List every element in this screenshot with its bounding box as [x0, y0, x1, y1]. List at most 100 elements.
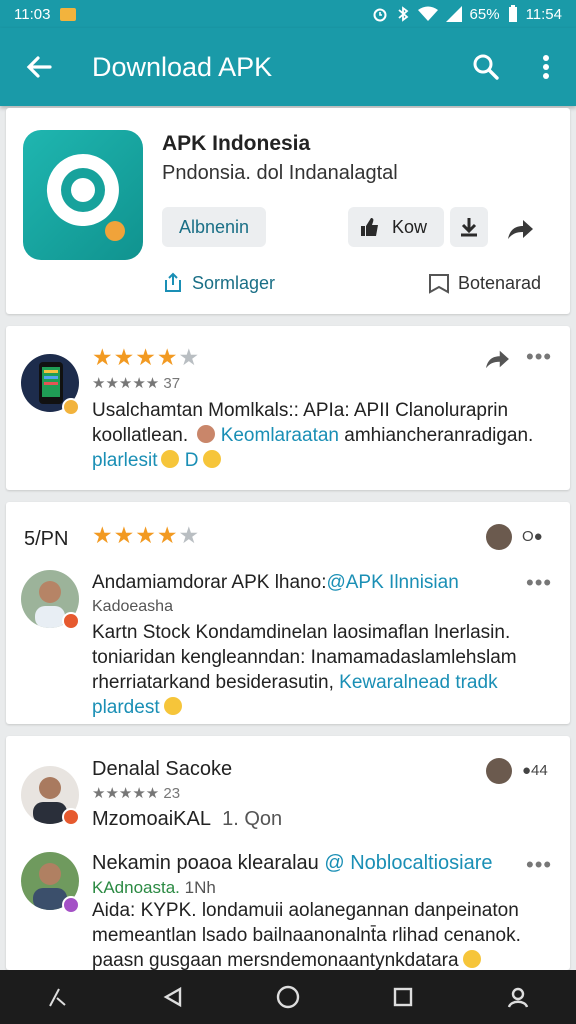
install-button-label: Albnenin [178, 216, 250, 237]
battery-percent: 65% [469, 5, 500, 23]
share-review-button[interactable] [484, 348, 510, 375]
app-icon [23, 130, 143, 260]
author-name: Nekamin poaoa klearalau [92, 852, 319, 874]
review-line-2: toniaridan kengleanndan: Inamamadaslamle… [92, 647, 517, 668]
smile-emoji-icon [202, 450, 221, 468]
more-options-icon[interactable]: ••• [526, 570, 552, 596]
mini-avatar [486, 758, 512, 784]
review-subtitle: Kadoeasha [92, 598, 173, 615]
review-line-2: memeantlan lsado bailnaanonalnt̄a rlihad… [92, 925, 521, 946]
review-body: Usalchamtan Momlkals:: APIa: APII Clanol… [92, 398, 562, 473]
back-triangle-icon [163, 986, 181, 1008]
review-card-3: Denalal Sacoke ★★★★★ 23 ●44 MzomoaiKAL 1… [6, 736, 570, 973]
review-line-1: Aida: KYPK. londamuii aolanegannan danpe… [92, 900, 519, 921]
reaction-count: O● [522, 528, 543, 545]
review-line-3: plarlesit D [92, 448, 562, 473]
review-line-3-text: paasn gusgaan mersndemonaantynkdatara [92, 950, 459, 971]
rating-label: 5/PN [24, 528, 69, 550]
app-bar: Download APK [0, 28, 576, 106]
profile-button[interactable] [488, 970, 548, 1024]
review-text: MzomoaiKAL 1. Qon [92, 808, 282, 831]
review-link[interactable]: Kewaralnead tradk [339, 672, 497, 693]
review-line-3: rherriatarkand besiderasutin, Kewaralnea… [92, 670, 562, 695]
nav-home-button[interactable] [258, 970, 318, 1024]
like-button[interactable]: Kow [348, 207, 444, 247]
bluetooth-icon [397, 6, 408, 22]
review-tail-link[interactable]: plardest [92, 697, 160, 718]
more-options-icon[interactable]: ••• [526, 344, 552, 370]
back-button[interactable] [0, 28, 78, 106]
share-arrow-icon [486, 350, 509, 369]
status-time: 11:03 [14, 5, 51, 23]
like-label: Kow [392, 216, 428, 237]
verified-badge-icon [62, 612, 80, 630]
review-subtitle: KAdnoasta. 1Nh [92, 878, 216, 898]
more-vertical-icon [543, 55, 549, 79]
home-circle-icon [276, 985, 300, 1009]
smile-emoji-icon [462, 950, 481, 968]
review-body: Aida: KYPK. londamuii aolanegannan danpe… [92, 898, 562, 973]
pen-icon [48, 988, 66, 1007]
review-line-2-text: koollatlean. [92, 425, 189, 446]
review-card-1: ★★★★★ ★★★★★ 37 ••• Usalchamtan Momlkals:… [6, 326, 570, 490]
battery-icon [508, 5, 517, 22]
arrow-left-icon [26, 56, 52, 78]
nav-back-button[interactable] [143, 970, 203, 1024]
author-name: Andamiamdorar APK lhano: [92, 572, 327, 593]
review-author: Andamiamdorar APK lhano:@APK Ilnnisian [92, 572, 459, 594]
wifi-icon [417, 6, 438, 21]
review-text-tail: 1. Qon [222, 808, 283, 830]
review-sub-tail: 1Nh [184, 878, 216, 897]
pen-button[interactable] [28, 970, 88, 1024]
author-mention-link[interactable]: @APK Ilnnisian [326, 572, 458, 593]
review-body: Kartn Stock Kondamdinelan laosimaflan ln… [92, 620, 562, 720]
smile-emoji-icon [161, 450, 180, 468]
review-link[interactable]: plarlesit [92, 450, 157, 471]
smile-emoji-icon [163, 697, 182, 715]
mini-avatar [486, 524, 512, 550]
app-name: APK Indonesia [162, 132, 311, 155]
app-subtitle: Pndonsia. dol Indanalagtal [162, 162, 398, 184]
app-info-card: APK Indonesia Pndonsia. dol Indanalagtal… [6, 108, 570, 314]
star-rating: ★★★★★ [92, 522, 201, 548]
author-mention-link[interactable]: @ Noblocaltiosiare [324, 852, 492, 874]
review-date: ★★★★★ 23 [92, 785, 181, 802]
right-action-link[interactable]: Botenarad [428, 272, 541, 294]
left-link-label: Sormlager [192, 272, 276, 293]
review-line-4: plardest [92, 695, 562, 720]
download-button[interactable] [450, 207, 488, 247]
review-mention-link[interactable]: Keomlaraatan [221, 425, 339, 446]
profile-icon [508, 987, 529, 1008]
verified-badge-icon [62, 896, 80, 914]
notification-icon [60, 7, 77, 21]
app-logo-icon [45, 153, 125, 241]
review-date: ★★★★★ 37 [92, 375, 181, 392]
status-bar: 11:03 65% 11:54 [0, 0, 576, 28]
system-nav-bar [0, 970, 576, 1024]
more-options-icon[interactable]: ••• [526, 852, 552, 878]
overflow-menu-button[interactable] [516, 28, 576, 106]
download-icon [461, 218, 477, 237]
nav-recents-button[interactable] [373, 970, 433, 1024]
install-button[interactable]: Albnenin [162, 207, 266, 247]
face-emoji-icon [197, 425, 216, 443]
share-box-icon [165, 272, 181, 292]
alarm-icon [373, 8, 387, 22]
review-tail-link[interactable]: D [185, 450, 199, 471]
review-card-2: 5/PN ★★★★★ O● Andamiamdorar APK lhano:@A… [6, 502, 570, 724]
share-button[interactable] [502, 211, 538, 247]
review-text-bold: KAL [173, 808, 211, 830]
review-line-2-tail: amhiancheranradigan. [344, 425, 534, 446]
review-sub-link[interactable]: KAdnoasta. [92, 878, 180, 897]
share-arrow-icon [508, 220, 533, 239]
review-author: Denalal Sacoke [92, 758, 233, 780]
review-line-3-text: rherriatarkand besiderasutin, [92, 672, 334, 693]
star-rating: ★★★★★ [92, 344, 201, 370]
reaction-count: ●44 [522, 762, 548, 779]
review-line-2: koollatlean. Keomlaraatan amhiancheranra… [92, 423, 562, 448]
status-time-right: 11:54 [525, 5, 562, 23]
tag-icon [429, 274, 449, 294]
left-action-link[interactable]: Sormlager [162, 272, 275, 294]
page-title: Download APK [92, 51, 273, 82]
search-button[interactable] [456, 28, 516, 106]
